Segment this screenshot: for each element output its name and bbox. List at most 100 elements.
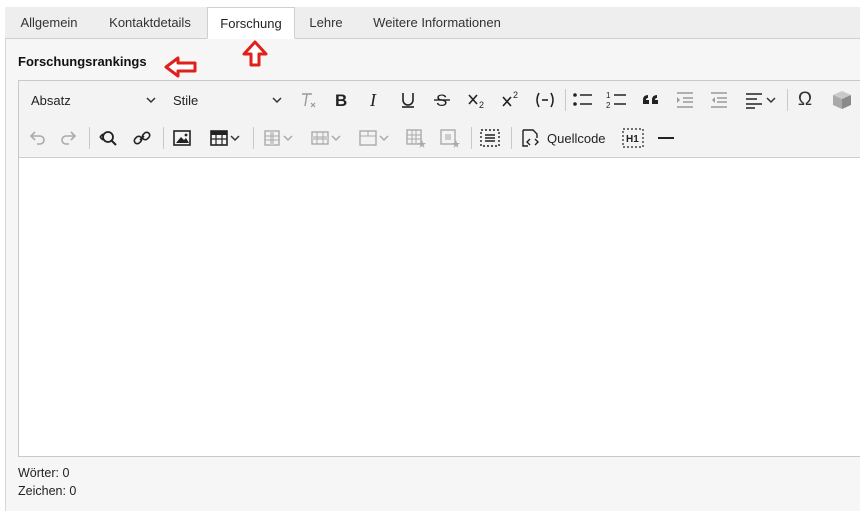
left-arrow-annotation [164,56,197,78]
heading-button[interactable]: H1 [619,125,647,151]
bulleted-list-button[interactable] [569,87,597,113]
insert-table-dropdown[interactable] [203,125,247,151]
underline-icon [402,93,414,108]
omega-icon: Ω [797,89,813,110]
undo-icon [29,131,45,145]
show-blocks-button[interactable] [475,125,505,151]
tab-bar: Allgemein Kontaktdetails Forschung Lehre… [5,7,860,39]
table-column-dropdown[interactable] [257,125,299,151]
horizontal-line-button[interactable] [653,125,679,151]
numbered-list-button[interactable]: 12 [603,87,631,113]
table-properties-icon [406,129,426,148]
align-left-icon [746,93,762,109]
horizontal-line-icon [658,137,674,139]
tab-forschung[interactable]: Forschung [207,7,295,39]
subscript-button[interactable]: 2 [463,87,491,113]
toolbar-separator [787,89,788,111]
tab-lehre[interactable]: Lehre [295,7,357,38]
svg-text:2: 2 [513,90,518,100]
character-count: Zeichen: 0 [18,484,77,498]
tab-allgemein[interactable]: Allgemein [5,7,93,38]
tab-kontaktdetails[interactable]: Kontaktdetails [93,7,207,38]
indent-button[interactable] [671,87,699,113]
svg-text:2: 2 [606,101,611,110]
editor-content-area[interactable] [19,158,860,456]
source-code-button[interactable]: Quellcode [519,125,611,151]
underline-button[interactable] [395,87,421,113]
tab-weitere-informationen[interactable]: Weitere Informationen [357,7,517,38]
outdent-button[interactable] [705,87,733,113]
word-count: Wörter: 0 [18,466,70,480]
editor-toolbar: Absatz Stile B I S 2 2 1 2 Ω Quellcode H… [19,81,860,158]
paragraph-format-label: Absatz [31,92,71,108]
italic-icon: I [369,90,377,110]
chevron-down-icon [272,97,282,104]
svg-text:B: B [335,91,347,110]
media-embed-button[interactable] [827,87,857,113]
chevron-down-icon [146,97,156,104]
remove-format-button[interactable] [295,87,321,113]
field-label: Forschungsrankings [18,54,147,69]
show-blocks-icon [480,129,500,147]
superscript-button[interactable]: 2 [497,87,525,113]
chevron-down-icon [766,97,776,104]
blockquote-button[interactable] [637,87,665,113]
outdent-icon [711,92,727,108]
source-code-label: Quellcode [547,130,606,146]
table-row-dropdown[interactable] [305,125,347,151]
strikethrough-button[interactable]: S [429,87,455,113]
toolbar-separator [511,127,512,149]
toolbar-separator [163,127,164,149]
rich-text-editor: Absatz Stile B I S 2 2 1 2 Ω Quellcode H… [18,80,860,457]
indent-icon [677,92,693,108]
toolbar-separator [565,89,566,111]
svg-text:H1: H1 [626,134,639,145]
toolbar-separator [471,127,472,149]
table-properties-button[interactable] [401,125,431,151]
bulleted-list-icon [573,93,592,106]
merge-cells-dropdown[interactable] [353,125,395,151]
paragraph-format-dropdown[interactable]: Absatz [25,87,157,113]
styles-label: Stile [173,92,199,108]
svg-text:I: I [369,90,377,110]
special-characters-button[interactable]: Ω [791,87,819,113]
bold-button[interactable]: B [327,87,353,113]
table-icon [210,130,228,146]
superscript-icon: 2 [502,90,518,107]
toolbar-separator [253,127,254,149]
strikethrough-icon: S [434,91,450,110]
image-icon [173,130,191,146]
cube-icon [833,91,851,109]
svg-text:1: 1 [606,91,611,100]
italic-button[interactable]: I [361,87,387,113]
alignment-dropdown[interactable] [739,87,781,113]
inline-code-icon [536,92,554,108]
insert-image-button[interactable] [167,125,197,151]
numbered-list-icon: 12 [606,91,626,110]
up-arrow-annotation [242,40,268,67]
link-icon [133,131,151,145]
heading-icon: H1 [622,128,644,148]
chevron-down-icon [331,135,341,142]
table-column-icon [264,130,280,146]
redo-button[interactable] [55,125,83,151]
svg-text:2: 2 [479,100,484,110]
remove-format-icon [302,93,316,108]
chevron-down-icon [379,135,389,142]
link-button[interactable] [127,125,157,151]
cell-properties-icon [440,129,460,148]
code-inline-button[interactable] [531,87,559,113]
cell-properties-button[interactable] [435,125,465,151]
chevron-down-icon [230,135,240,142]
quote-icon [643,95,658,104]
subscript-icon: 2 [468,94,484,110]
styles-dropdown[interactable]: Stile [167,87,283,113]
toolbar-separator [89,127,90,149]
source-code-icon [522,129,539,147]
find-replace-icon [99,131,117,146]
undo-button[interactable] [23,125,51,151]
bold-icon: B [335,91,347,110]
redo-icon [61,131,77,145]
find-replace-button[interactable] [93,125,123,151]
merge-cells-icon [359,130,377,146]
